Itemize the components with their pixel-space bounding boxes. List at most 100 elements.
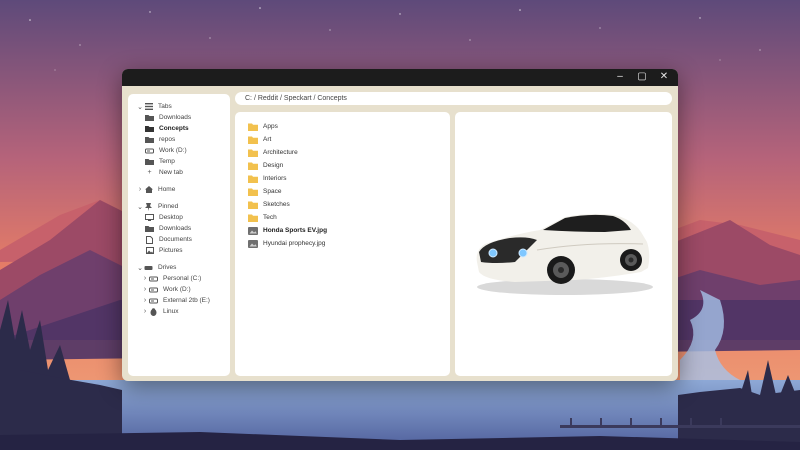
file-name: Interiors [263, 175, 287, 182]
desktop-icon [145, 214, 154, 221]
sidebar-drives-header[interactable]: ⌄ Drives [128, 262, 230, 273]
sidebar-item-label: Work (D:) [159, 147, 187, 154]
folder-icon [248, 188, 258, 196]
sidebar-drives-group: ⌄ Drives › Personal (C:) › Work (D:) › E… [128, 262, 230, 317]
list-item-selected[interactable]: Honda Sports EV.jpg [235, 224, 450, 237]
chevron-right-icon: › [143, 275, 147, 282]
folder-icon [145, 225, 154, 232]
drive-icon [149, 286, 158, 293]
sidebar-item-label: Pictures [159, 247, 183, 254]
file-name: Hyundai prophecy.jpg [263, 240, 326, 247]
sidebar-tabs-group: ⌄ Tabs Downloads Concepts repos Work (D:… [128, 101, 230, 178]
file-name: Space [263, 188, 282, 195]
sidebar-pinned-header[interactable]: ⌄ Pinned [128, 201, 230, 212]
sidebar-drive-linux[interactable]: › Linux [128, 306, 230, 317]
sidebar-item-label: Downloads [159, 225, 192, 232]
sidebar-home-group: › Home [128, 184, 230, 195]
sidebar-tab-repos[interactable]: repos [128, 134, 230, 145]
sidebar-drives-label: Drives [158, 264, 177, 271]
folder-icon [248, 201, 258, 209]
folder-icon [145, 158, 154, 165]
image-file-icon [248, 239, 258, 248]
image-preview-pane [455, 112, 672, 376]
list-item[interactable]: Space [235, 185, 450, 198]
sidebar-pinned-downloads[interactable]: Downloads [128, 223, 230, 234]
sidebar-drive-work-d[interactable]: › Work (D:) [128, 284, 230, 295]
file-name: Honda Sports EV.jpg [263, 227, 328, 234]
file-name: Apps [263, 123, 278, 130]
file-name: Architecture [263, 149, 298, 156]
sidebar-home-label: Home [158, 186, 176, 193]
list-item[interactable]: Art [235, 133, 450, 146]
home-icon [144, 186, 153, 193]
sidebar-home[interactable]: › Home [128, 184, 230, 195]
chevron-down-icon: ⌄ [137, 203, 143, 211]
file-name: Design [263, 162, 284, 169]
sidebar-tab-concepts[interactable]: Concepts [128, 123, 230, 134]
sidebar-tabs-header[interactable]: ⌄ Tabs [128, 101, 230, 112]
folder-icon [248, 149, 258, 157]
sidebar-drive-personal-c[interactable]: › Personal (C:) [128, 273, 230, 284]
chevron-down-icon: ⌄ [137, 103, 143, 111]
sidebar-pinned-documents[interactable]: Documents [128, 234, 230, 245]
file-list-pane: Apps Art Architecture Design Interiors S… [235, 112, 450, 376]
close-button[interactable]: ✕ [658, 71, 670, 83]
file-name: Tech [263, 214, 277, 221]
list-item[interactable]: Tech [235, 211, 450, 224]
picture-icon [145, 247, 154, 254]
sidebar-pinned-desktop[interactable]: Desktop [128, 212, 230, 223]
list-item[interactable]: Design [235, 159, 450, 172]
file-name: Sketches [263, 201, 290, 208]
sidebar-drive-external-e[interactable]: › External 2tb (E:) [128, 295, 230, 306]
plus-icon: + [147, 169, 152, 176]
chevron-right-icon: › [143, 297, 147, 304]
chevron-right-icon: › [143, 286, 147, 293]
sidebar-item-label: New tab [159, 169, 183, 176]
sidebar-item-label: Temp [159, 158, 175, 165]
drive-icon [144, 264, 153, 271]
sidebar-item-label: repos [159, 136, 176, 143]
maximize-button[interactable]: ▢ [636, 71, 648, 83]
sidebar: ⌄ Tabs Downloads Concepts repos Work (D:… [128, 94, 230, 376]
chevron-down-icon: ⌄ [137, 264, 143, 272]
folder-icon [248, 214, 258, 222]
drive-icon [149, 275, 158, 282]
car-preview-image [476, 213, 653, 295]
folder-icon [145, 136, 154, 143]
folder-icon [248, 162, 258, 170]
chevron-right-icon: › [143, 308, 147, 315]
sidebar-tab-temp[interactable]: Temp [128, 156, 230, 167]
list-item[interactable]: Hyundai prophecy.jpg [235, 237, 450, 250]
folder-icon [248, 175, 258, 183]
sidebar-item-label: Work (D:) [163, 286, 191, 293]
pin-icon [144, 202, 153, 211]
folder-icon [248, 123, 258, 131]
sidebar-item-label: Personal (C:) [163, 275, 202, 282]
file-explorer-window: – ▢ ✕ ⌄ Tabs Downloads Concepts repos Wo… [122, 69, 678, 381]
file-name: Art [263, 136, 272, 143]
sidebar-item-label: Desktop [159, 214, 183, 221]
sidebar-pinned-pictures[interactable]: Pictures [128, 245, 230, 256]
tabs-icon [144, 103, 153, 110]
linux-icon [149, 307, 158, 316]
list-item[interactable]: Sketches [235, 198, 450, 211]
chevron-right-icon: › [138, 186, 142, 193]
sidebar-item-label: Documents [159, 236, 192, 243]
folder-icon [145, 125, 154, 132]
list-item[interactable]: Interiors [235, 172, 450, 185]
sidebar-new-tab[interactable]: + New tab [128, 167, 230, 178]
sidebar-tabs-label: Tabs [158, 103, 172, 110]
list-item[interactable]: Apps [235, 120, 450, 133]
address-bar[interactable]: C: / Reddit / Speckart / Concepts [235, 92, 672, 105]
drive-icon [145, 147, 154, 154]
minimize-button[interactable]: – [614, 71, 626, 83]
sidebar-item-label: Concepts [159, 125, 189, 132]
sidebar-tab-work-d[interactable]: Work (D:) [128, 145, 230, 156]
list-item[interactable]: Architecture [235, 146, 450, 159]
title-bar[interactable]: – ▢ ✕ [122, 69, 678, 86]
sidebar-pinned-group: ⌄ Pinned Desktop Downloads Documents Pic… [128, 201, 230, 256]
sidebar-tab-downloads[interactable]: Downloads [128, 112, 230, 123]
image-file-icon [248, 226, 258, 235]
sidebar-pinned-label: Pinned [158, 203, 179, 210]
document-icon [145, 235, 154, 244]
